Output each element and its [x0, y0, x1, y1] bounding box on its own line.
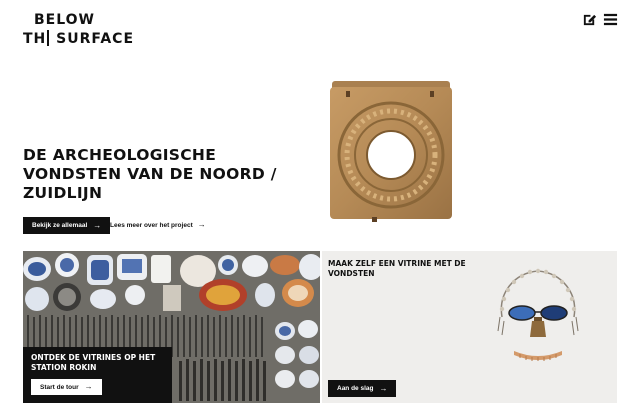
- arrow-right-icon: →: [93, 220, 102, 230]
- read-more-link[interactable]: Lees meer over het project →: [110, 221, 206, 229]
- start-tour-button[interactable]: Start de tour →: [31, 379, 102, 395]
- create-vitrine-title: Maak zelf een vitrine met de vondsten: [328, 259, 466, 278]
- header-actions: [582, 12, 618, 27]
- read-more-label: Lees meer over het project: [110, 221, 193, 229]
- view-all-label: Bekijk ze allemaal: [32, 222, 88, 229]
- logo-line-1: BELOW: [34, 12, 95, 28]
- arrow-right-icon: →: [197, 220, 206, 229]
- logo-line-2-b: SURFACE: [50, 31, 135, 47]
- hero-title: De archeologische vondsten van de Noord …: [23, 146, 277, 202]
- start-tour-label: Start de tour: [40, 383, 79, 391]
- logo-line-2-a: TH: [23, 31, 47, 47]
- view-all-button[interactable]: Bekijk ze allemaal →: [23, 217, 111, 234]
- get-started-button[interactable]: Aan de slag →: [328, 380, 397, 397]
- create-vitrine-card[interactable]: Maak zelf een vitrine met de vondsten: [322, 251, 617, 403]
- arrow-right-icon: →: [379, 383, 388, 393]
- face-collage-image: [497, 268, 579, 361]
- tour-card[interactable]: Ontdek de vitrines op het station Rokin …: [23, 251, 320, 403]
- logo-line-2: TH SURFACE: [23, 30, 134, 49]
- menu-icon[interactable]: [603, 12, 618, 27]
- arrow-right-icon: →: [84, 382, 93, 391]
- tour-title: Ontdek de vitrines op het station Rokin: [31, 353, 156, 372]
- tour-caption: Ontdek de vitrines op het station Rokin …: [23, 347, 172, 403]
- artifact-image: [330, 81, 452, 222]
- site-logo[interactable]: BELOW TH SURFACE: [23, 11, 134, 49]
- get-started-label: Aan de slag: [337, 385, 374, 392]
- edit-icon[interactable]: [582, 12, 597, 27]
- logo-bar-glyph: [47, 30, 50, 46]
